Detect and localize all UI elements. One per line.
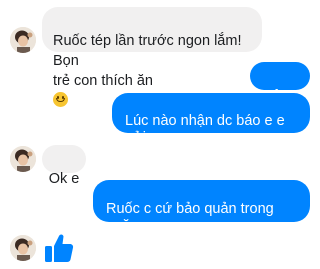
message-bubble-incoming[interactable]: Ok e: [42, 145, 86, 187]
avatar[interactable]: [10, 146, 36, 172]
message-bubble-incoming[interactable]: Ruốc tép lần trước ngon lắm! Bọn trẻ con…: [42, 7, 262, 107]
smiley-emoji-icon: [53, 92, 68, 107]
avatar[interactable]: [10, 235, 36, 261]
message-text: Ruốc c cứ bảo quản trong ngăn mát nhé: [106, 201, 274, 251]
message-text: Lúc nào nhận dc báo e e gửi ship nhé: [125, 113, 285, 163]
message-bubble-outgoing[interactable]: Lúc nào nhận dc báo e e gửi ship nhé: [112, 93, 310, 163]
message-text: Ok e: [48, 171, 80, 187]
message-text: Ruốc tép lần trước ngon lắm! Bọn trẻ con…: [53, 33, 242, 89]
message-bubble-outgoing[interactable]: Ruốc c cứ bảo quản trong ngăn mát nhé: [93, 180, 310, 251]
message-bubble-outgoing[interactable]: Vâng: [250, 62, 310, 104]
avatar[interactable]: [10, 27, 36, 53]
thumbs-up-icon[interactable]: [44, 232, 74, 264]
